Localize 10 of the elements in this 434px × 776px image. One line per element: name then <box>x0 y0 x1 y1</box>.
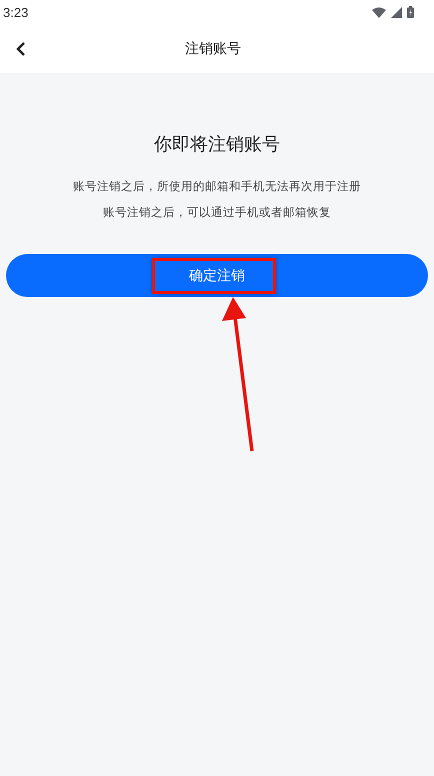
notice-text: 账号注销之后，所使用的邮箱和手机无法再次用于注册 <box>73 178 361 195</box>
signal-icon <box>391 6 402 18</box>
notice-text: 账号注销之后，可以通过手机或者邮箱恢复 <box>103 204 331 221</box>
heading: 你即将注销账号 <box>154 133 280 156</box>
page-title: 注销账号 <box>185 40 241 58</box>
status-time: 3:23 <box>3 4 28 20</box>
wifi-icon <box>372 6 386 18</box>
back-icon <box>16 40 26 56</box>
confirm-button[interactable]: 确定注销 <box>6 254 428 297</box>
battery-icon <box>407 6 414 18</box>
